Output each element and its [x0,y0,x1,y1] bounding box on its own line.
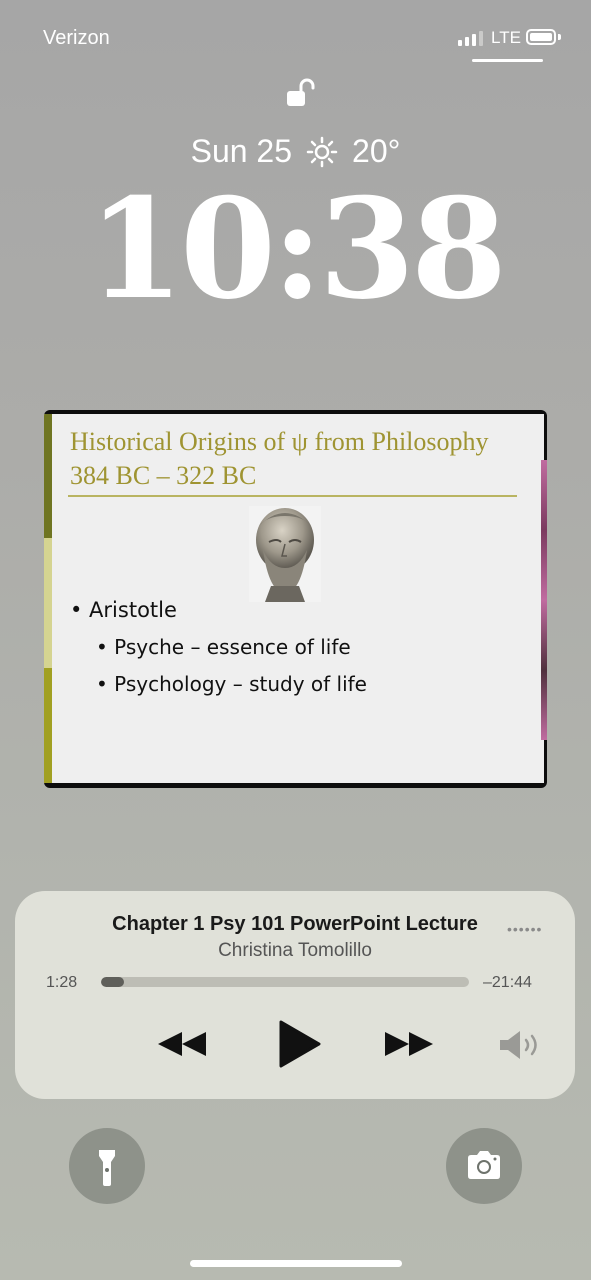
slide-image: Historical Origins of ψ from Philosophy … [44,414,544,783]
date-weather-line: Sun 25 20° [0,133,591,170]
carrier-name: Verizon [43,27,110,49]
temperature-text: 20° [352,133,401,169]
playback-scrubber[interactable] [101,977,469,987]
cellular-signal-icon [458,30,483,46]
slide-bullet: • Aristotle [70,598,177,622]
playback-progress-fill [101,977,125,987]
slide-accent-stripe [44,414,52,538]
network-type: LTE [491,28,521,47]
battery-icon [526,29,556,45]
flashlight-icon [99,1150,115,1186]
slide-divider [68,495,517,497]
play-icon[interactable] [275,1020,321,1068]
date-text: Sun 25 [190,133,293,169]
slide-edge-strip [541,460,547,740]
rewind-icon[interactable] [156,1028,208,1060]
remaining-time: –21:44 [483,974,532,991]
now-playing-widget[interactable]: Chapter 1 Psy 101 PowerPoint Lecture Chr… [15,891,575,1099]
track-artist[interactable]: Christina Tomolillo [0,940,590,962]
fast-forward-icon[interactable] [383,1028,435,1060]
slide-accent-stripe [44,668,52,783]
control-center-indicator[interactable] [472,59,543,62]
home-indicator[interactable] [190,1260,402,1267]
status-bar: Verizon LTE [0,0,591,70]
slide-title-line: Historical Origins of ψ from Philosophy [70,427,489,456]
camera-icon [468,1151,500,1179]
lock-screen-clock: 10:38 [87,167,507,330]
slide-title-line: 384 BC – 322 BC [70,461,257,490]
camera-button[interactable] [446,1128,522,1204]
slide-accent-stripe [44,538,52,668]
track-title[interactable]: Chapter 1 Psy 101 PowerPoint Lecture [0,913,590,936]
slide-bullet: • Psyche – essence of life [96,635,351,659]
slide-title: Historical Origins of ψ from Philosophy … [70,425,489,493]
slide-bullet: • Psychology – study of life [96,672,367,696]
sun-icon [306,136,338,167]
volume-icon[interactable] [498,1029,544,1061]
media-artwork[interactable]: Historical Origins of ψ from Philosophy … [44,410,547,788]
unlocked-padlock-icon [287,78,315,106]
battery-tip [558,34,561,40]
more-options-icon[interactable]: •••••• [507,921,543,937]
aristotle-bust-image [249,506,321,602]
elapsed-time: 1:28 [46,974,78,991]
flashlight-button[interactable] [69,1128,145,1204]
